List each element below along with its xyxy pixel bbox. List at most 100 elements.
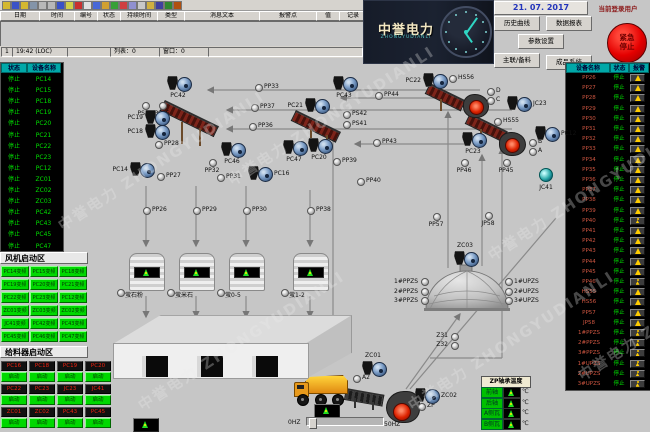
measure-point-label: JP58 xyxy=(481,220,494,227)
measure-point-label: D xyxy=(496,87,501,94)
dome-label-left: 2#PPZS xyxy=(394,288,418,295)
silo-point xyxy=(117,289,125,297)
temp-flame-icon xyxy=(508,410,514,417)
frequency-slider[interactable] xyxy=(306,417,384,426)
measure-point-label: PP32 xyxy=(205,167,220,174)
fan-PC18 xyxy=(145,124,169,138)
measure-point-D xyxy=(487,88,495,96)
fan-icon xyxy=(140,163,155,178)
fan-icon xyxy=(293,141,308,156)
measure-point-B xyxy=(529,139,537,147)
measure-point-PP27 xyxy=(157,173,165,181)
measure-point-label: C xyxy=(496,96,500,103)
measure-point-PP38 xyxy=(307,207,315,215)
fan-label: ZC01 xyxy=(365,352,381,359)
measure-point-PP31 xyxy=(217,174,225,182)
measure-point-PS34 xyxy=(142,102,150,110)
fan-PC42 xyxy=(167,76,191,90)
fan-JC41 xyxy=(535,168,559,182)
silo-point xyxy=(281,289,289,297)
fan-icon xyxy=(472,133,487,148)
fan-label: ZC03 xyxy=(457,242,473,249)
dome-point-left xyxy=(421,288,429,296)
dump-truck xyxy=(294,370,352,406)
measure-point-PP44 xyxy=(375,92,383,100)
fan-ZC03 xyxy=(454,251,478,265)
fan-label: PC20 xyxy=(311,154,326,161)
fan-label: PC46 xyxy=(224,158,239,165)
fan-PC12 xyxy=(535,126,559,140)
silo-window xyxy=(134,267,160,278)
measure-point-PP29 xyxy=(193,207,201,215)
temp-flame-icon xyxy=(508,389,514,396)
truck-wheel xyxy=(297,394,309,406)
fan-PC14 xyxy=(130,162,154,176)
fan-ZC01 xyxy=(362,361,386,375)
fan-JC23 xyxy=(507,96,531,110)
measure-point-PP45 xyxy=(503,159,511,167)
dome-label-left: 1#PPZS xyxy=(394,278,418,285)
measure-point-PP39 xyxy=(333,158,341,166)
silo-label: 萤米石 xyxy=(175,290,193,299)
dome-label-right: 2#UPZS xyxy=(514,288,539,295)
silo-label: 萤1-2 xyxy=(289,290,305,299)
frequency-slider-thumb[interactable] xyxy=(309,418,317,429)
measure-point-label: Z32 xyxy=(436,341,448,348)
fan-PC22 xyxy=(423,73,447,87)
fan-label: PC43 xyxy=(336,92,351,99)
temp-unit: ℃ xyxy=(522,399,529,406)
fan-label: PC47 xyxy=(286,156,301,163)
warehouse-door-3 xyxy=(252,356,278,377)
fan-icon xyxy=(155,125,170,140)
measure-point-HS56 xyxy=(449,75,457,83)
measure-point-label: PP45 xyxy=(499,167,514,174)
scada-hmi-screen: { "toolbar": { "icons": ["#d4b830","#3a5… xyxy=(0,0,650,430)
fan-icon xyxy=(433,74,448,89)
fan-PC21 xyxy=(305,98,329,112)
level-indicator-box xyxy=(314,404,340,418)
silo-point xyxy=(217,289,225,297)
silo-萤米石 xyxy=(179,253,215,291)
temp-flame-icon xyxy=(508,400,514,407)
silo-label: 萤石粉 xyxy=(125,290,143,299)
silo-window xyxy=(234,267,260,278)
measure-point-PP37 xyxy=(251,104,259,112)
silo-level-icon xyxy=(143,269,149,276)
measure-point-C xyxy=(487,97,495,105)
measure-point-label: PP33 xyxy=(264,83,279,90)
measure-point-label: PP29 xyxy=(202,206,217,213)
measure-point-label: PP37 xyxy=(260,103,275,110)
fan-icon xyxy=(177,77,192,92)
temp-flame-icon xyxy=(508,421,514,428)
fan-PC46 xyxy=(221,142,245,156)
temp-row-label: A侧瓦 xyxy=(481,408,503,419)
fan-label: PC42 xyxy=(170,92,185,99)
measure-point-ZP xyxy=(418,403,426,411)
measure-point-label: PP44 xyxy=(384,91,399,98)
temp-row-value xyxy=(503,419,521,430)
dome-label-right: 1#UPZS xyxy=(514,278,539,285)
temp-row-value xyxy=(503,408,521,419)
fan-PC19 xyxy=(145,110,169,124)
measure-point-PP28 xyxy=(155,141,163,149)
measure-point-label: PP26 xyxy=(152,206,167,213)
measure-point-PP36 xyxy=(249,123,257,131)
swirl-fan-icon xyxy=(539,168,553,182)
silo-萤1-2 xyxy=(293,253,329,291)
measure-point-PP46 xyxy=(461,159,469,167)
temp-unit: ℃ xyxy=(522,388,529,395)
measure-point-PP32 xyxy=(209,159,217,167)
measure-point-label: PP38 xyxy=(316,206,331,213)
measure-point-label: PP57 xyxy=(429,221,444,228)
fan-icon xyxy=(231,143,246,158)
silo-萤石粉 xyxy=(129,253,165,291)
temp-row-value xyxy=(503,387,521,398)
silo-level-icon xyxy=(307,269,313,276)
measure-point-PP33 xyxy=(255,84,263,92)
dome-label-left: 3#PPZS xyxy=(394,297,418,304)
warehouse-door-2 xyxy=(197,356,223,377)
dome-point-right xyxy=(505,288,513,296)
dome-point-left xyxy=(421,278,429,286)
measure-point-label: PP46 xyxy=(457,167,472,174)
temp-row-label: 前轴 xyxy=(481,387,503,398)
